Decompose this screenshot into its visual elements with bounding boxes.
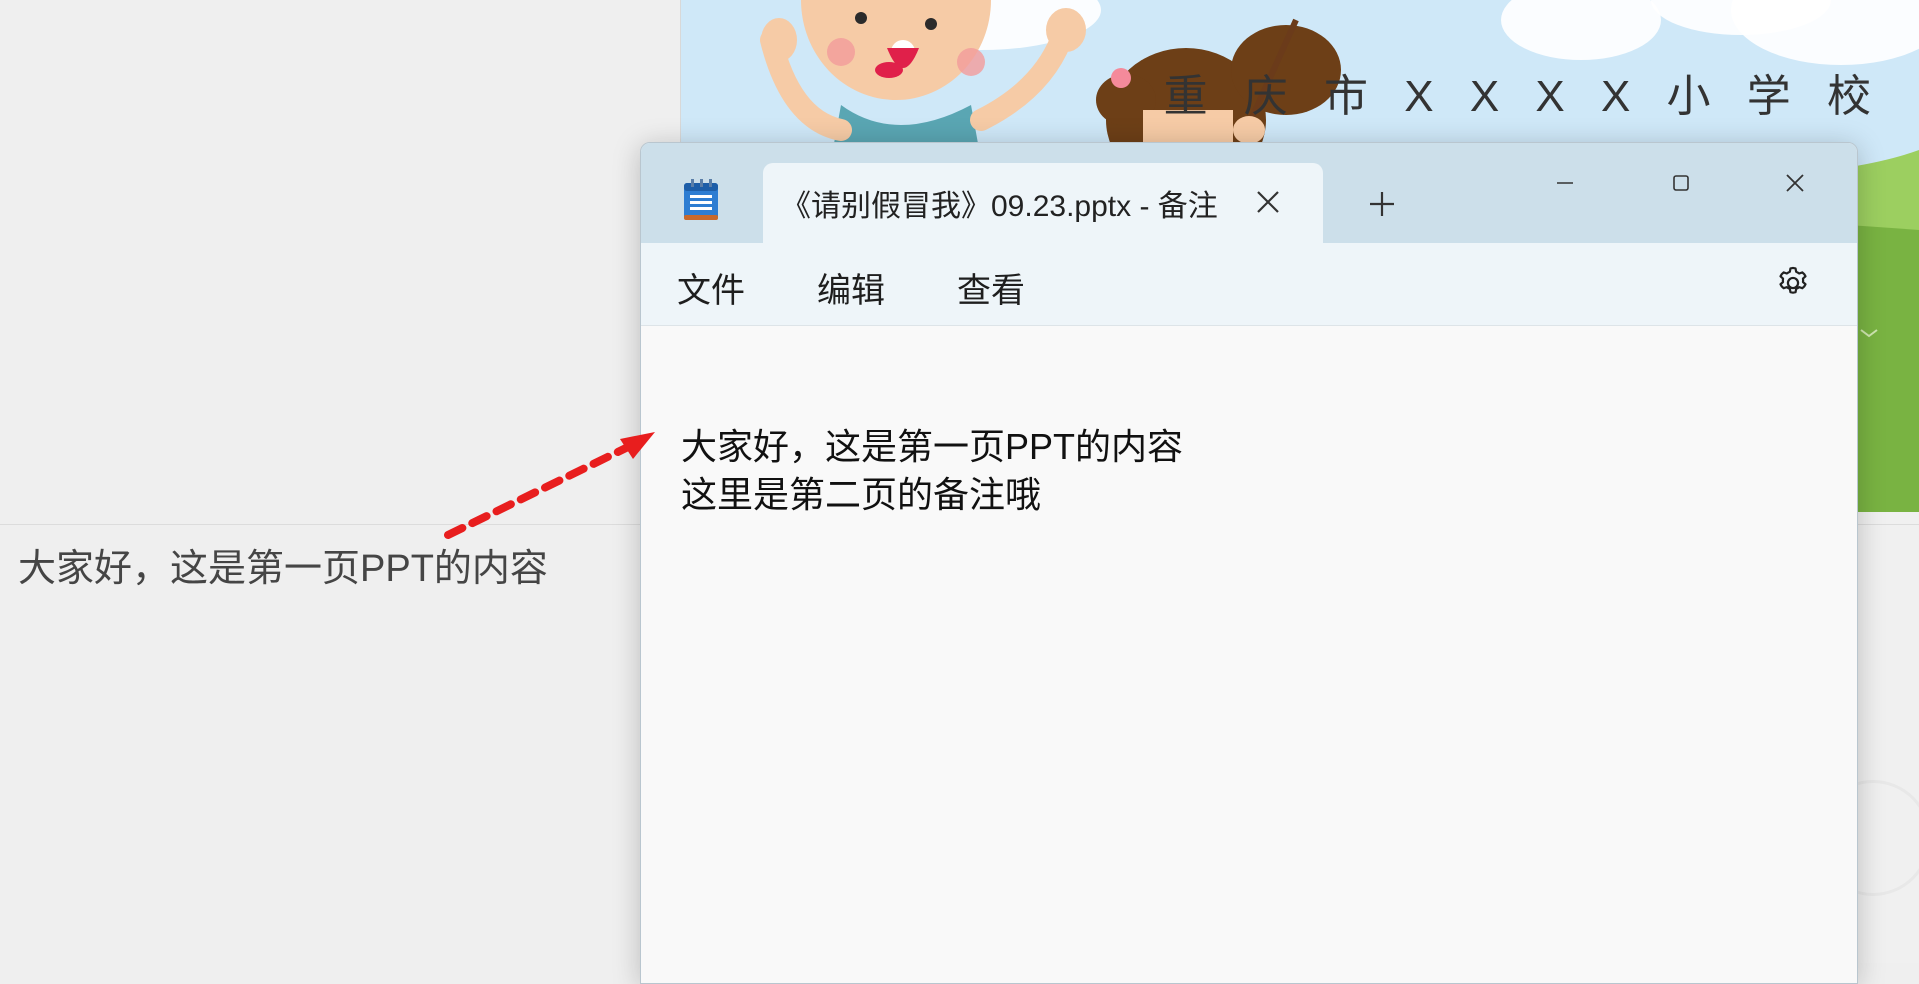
tab-title: 《请别假冒我》09.23.pptx - 备注 bbox=[781, 190, 1218, 223]
notepad-menubar: 文件 编辑 查看 bbox=[641, 243, 1857, 326]
window-close-button[interactable] bbox=[1755, 161, 1835, 205]
ppt-notes-text[interactable]: 大家好，这是第一页PPT的内容 bbox=[18, 537, 548, 592]
settings-button[interactable] bbox=[1771, 261, 1815, 305]
notepad-icon bbox=[684, 179, 718, 220]
menu-file[interactable]: 文件 bbox=[677, 263, 745, 312]
close-icon bbox=[1786, 174, 1804, 192]
menu-edit[interactable]: 编辑 bbox=[817, 263, 885, 312]
minimize-icon bbox=[1557, 182, 1573, 184]
notepad-window[interactable]: 《请别假冒我》09.23.pptx - 备注 文件 编辑 查看 大家好，这是第一… bbox=[640, 142, 1858, 984]
powerpoint-left-pane bbox=[0, 0, 680, 963]
minimize-button[interactable] bbox=[1525, 161, 1605, 205]
tab-close-button[interactable] bbox=[1253, 187, 1283, 217]
maximize-icon bbox=[1673, 175, 1689, 191]
notepad-tab[interactable]: 《请别假冒我》09.23.pptx - 备注 bbox=[763, 163, 1323, 245]
maximize-button[interactable] bbox=[1641, 161, 1721, 205]
plus-icon bbox=[1370, 192, 1394, 216]
notepad-titlebar[interactable]: 《请别假冒我》09.23.pptx - 备注 bbox=[641, 143, 1857, 245]
slide-school-title: 重 庆 市 X X X X 小 学 校 bbox=[1163, 72, 1883, 121]
gear-icon bbox=[1779, 266, 1807, 294]
new-tab-button[interactable] bbox=[1361, 183, 1403, 225]
menu-view[interactable]: 查看 bbox=[957, 263, 1025, 312]
text-line[interactable]: 大家好，这是第一页PPT的内容 bbox=[681, 418, 1183, 470]
close-icon bbox=[1257, 191, 1279, 213]
text-line[interactable]: 这里是第二页的备注哦 bbox=[681, 466, 1041, 518]
notepad-text-area[interactable]: 大家好，这是第一页PPT的内容 这里是第二页的备注哦 bbox=[641, 326, 1857, 983]
